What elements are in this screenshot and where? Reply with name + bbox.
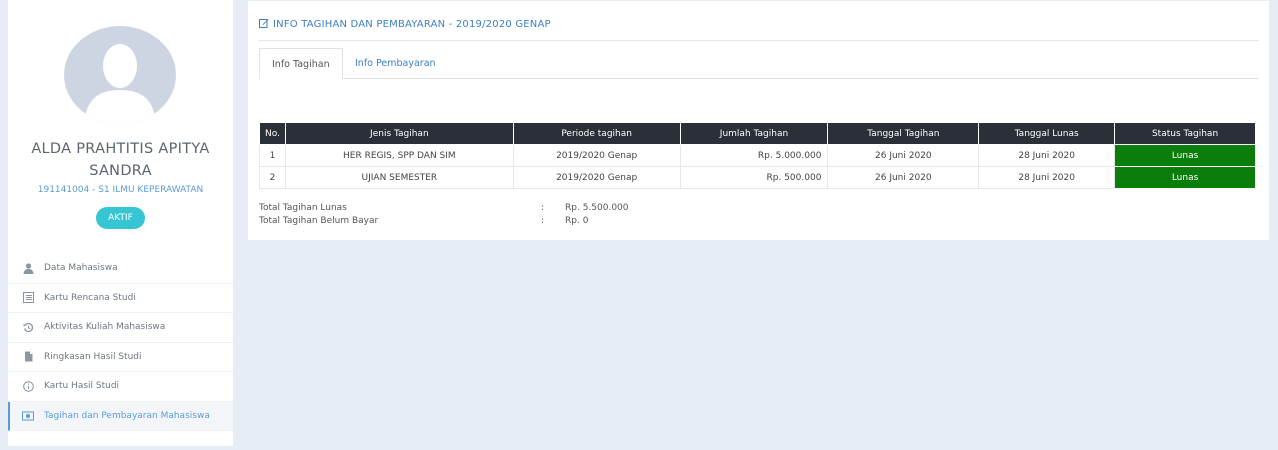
cell-jenis: UJIAN SEMESTER — [284, 166, 514, 189]
profile-sidebar: ALDA PRAHTITIS APITYA SANDRA 191141004 -… — [8, 0, 233, 446]
status-badge: AKTIF — [96, 207, 145, 229]
billing-summary: Total Tagihan Lunas : Rp. 5.500.000 Tota… — [259, 203, 659, 229]
cell-tanggal-tagihan: 26 Juni 2020 — [827, 144, 980, 167]
billing-table: No. Jenis Tagihan Periode tagihan Jumlah… — [259, 122, 1256, 189]
file-icon — [22, 351, 34, 363]
sidebar-item-label: Ringkasan Hasil Studi — [44, 351, 142, 362]
sidebar-item-label: Kartu Rencana Studi — [44, 292, 136, 303]
table-row: 2 UJIAN SEMESTER 2019/2020 Genap Rp. 500… — [259, 166, 1256, 189]
sidebar-item-aktivitas[interactable]: Aktivitas Kuliah Mahasiswa — [8, 313, 233, 343]
list-icon — [22, 292, 34, 304]
table-header-row: No. Jenis Tagihan Periode tagihan Jumlah… — [259, 122, 1256, 145]
cell-jumlah: Rp. 500.000 — [679, 166, 829, 189]
user-icon — [22, 262, 34, 274]
column-header: Tanggal Lunas — [978, 122, 1116, 145]
divider — [259, 40, 1259, 41]
money-icon — [22, 410, 34, 422]
summary-value: Rp. 0 — [565, 216, 589, 226]
cell-periode: 2019/2020 Genap — [512, 166, 681, 189]
column-header: Status Tagihan — [1114, 122, 1256, 145]
panel-title-text: INFO TAGIHAN DAN PEMBAYARAN - 2019/2020 … — [273, 19, 551, 30]
history-icon — [22, 321, 34, 333]
avatar — [64, 26, 176, 124]
table-row: 1 HER REGIS, SPP DAN SIM 2019/2020 Genap… — [259, 144, 1256, 167]
column-header: No. — [259, 122, 286, 145]
cell-tanggal-lunas: 28 Juni 2020 — [978, 166, 1116, 189]
cell-no: 2 — [259, 166, 286, 189]
cell-no: 1 — [259, 144, 286, 167]
sidebar-menu: Data Mahasiswa Kartu Rencana Studi Aktiv… — [8, 254, 233, 431]
column-header: Tanggal Tagihan — [827, 122, 980, 145]
cell-jumlah: Rp. 5.000.000 — [679, 144, 829, 167]
tab-info-tagihan[interactable]: Info Tagihan — [259, 48, 343, 80]
summary-separator: : — [541, 216, 545, 226]
cell-tanggal-tagihan: 26 Juni 2020 — [827, 166, 980, 189]
column-header: Periode tagihan — [512, 122, 681, 145]
summary-label: Total Tagihan Belum Bayar — [259, 216, 379, 226]
column-header: Jumlah Tagihan — [679, 122, 829, 145]
edit-icon — [259, 18, 269, 31]
cell-jenis: HER REGIS, SPP DAN SIM — [284, 144, 514, 167]
column-header: Jenis Tagihan — [284, 122, 514, 145]
sidebar-item-label: Kartu Hasil Studi — [44, 381, 120, 392]
sidebar-item-label: Aktivitas Kuliah Mahasiswa — [44, 322, 166, 333]
sidebar-item-ringkasan[interactable]: Ringkasan Hasil Studi — [8, 343, 233, 372]
profile-nim-prodi: 191141004 - S1 ILMU KEPERAWATAN — [37, 185, 204, 195]
sidebar-item-data-mahasiswa[interactable]: Data Mahasiswa — [8, 254, 233, 284]
sidebar-item-label: Data Mahasiswa — [44, 263, 118, 274]
sidebar-item-krs[interactable]: Kartu Rencana Studi — [8, 284, 233, 313]
summary-row-belum-bayar: Total Tagihan Belum Bayar : Rp. 0 — [259, 216, 659, 229]
cell-status: Lunas — [1114, 144, 1256, 167]
tab-info-pembayaran[interactable]: Info Pembayaran — [343, 48, 448, 80]
user-silhouette-icon — [84, 44, 156, 124]
summary-separator: : — [541, 203, 545, 213]
profile-name: ALDA PRAHTITIS APITYA SANDRA — [31, 141, 210, 179]
summary-value: Rp. 5.500.000 — [565, 203, 629, 213]
cell-status: Lunas — [1114, 166, 1256, 189]
sidebar-item-label: Tagihan dan Pembayaran Mahasiswa — [44, 410, 210, 421]
sidebar-item-khs[interactable]: Kartu Hasil Studi — [8, 372, 233, 402]
tab-bar: Info Tagihan Info Pembayaran — [259, 48, 1259, 80]
billing-panel: INFO TAGIHAN DAN PEMBAYARAN - 2019/2020 … — [248, 1, 1269, 240]
cell-periode: 2019/2020 Genap — [512, 144, 681, 167]
cell-tanggal-lunas: 28 Juni 2020 — [978, 144, 1116, 167]
sidebar-item-tagihan[interactable]: Tagihan dan Pembayaran Mahasiswa — [8, 401, 233, 431]
info-icon — [22, 380, 34, 392]
summary-row-lunas: Total Tagihan Lunas : Rp. 5.500.000 — [259, 203, 659, 216]
summary-label: Total Tagihan Lunas — [259, 203, 347, 213]
panel-title: INFO TAGIHAN DAN PEMBAYARAN - 2019/2020 … — [259, 18, 551, 31]
